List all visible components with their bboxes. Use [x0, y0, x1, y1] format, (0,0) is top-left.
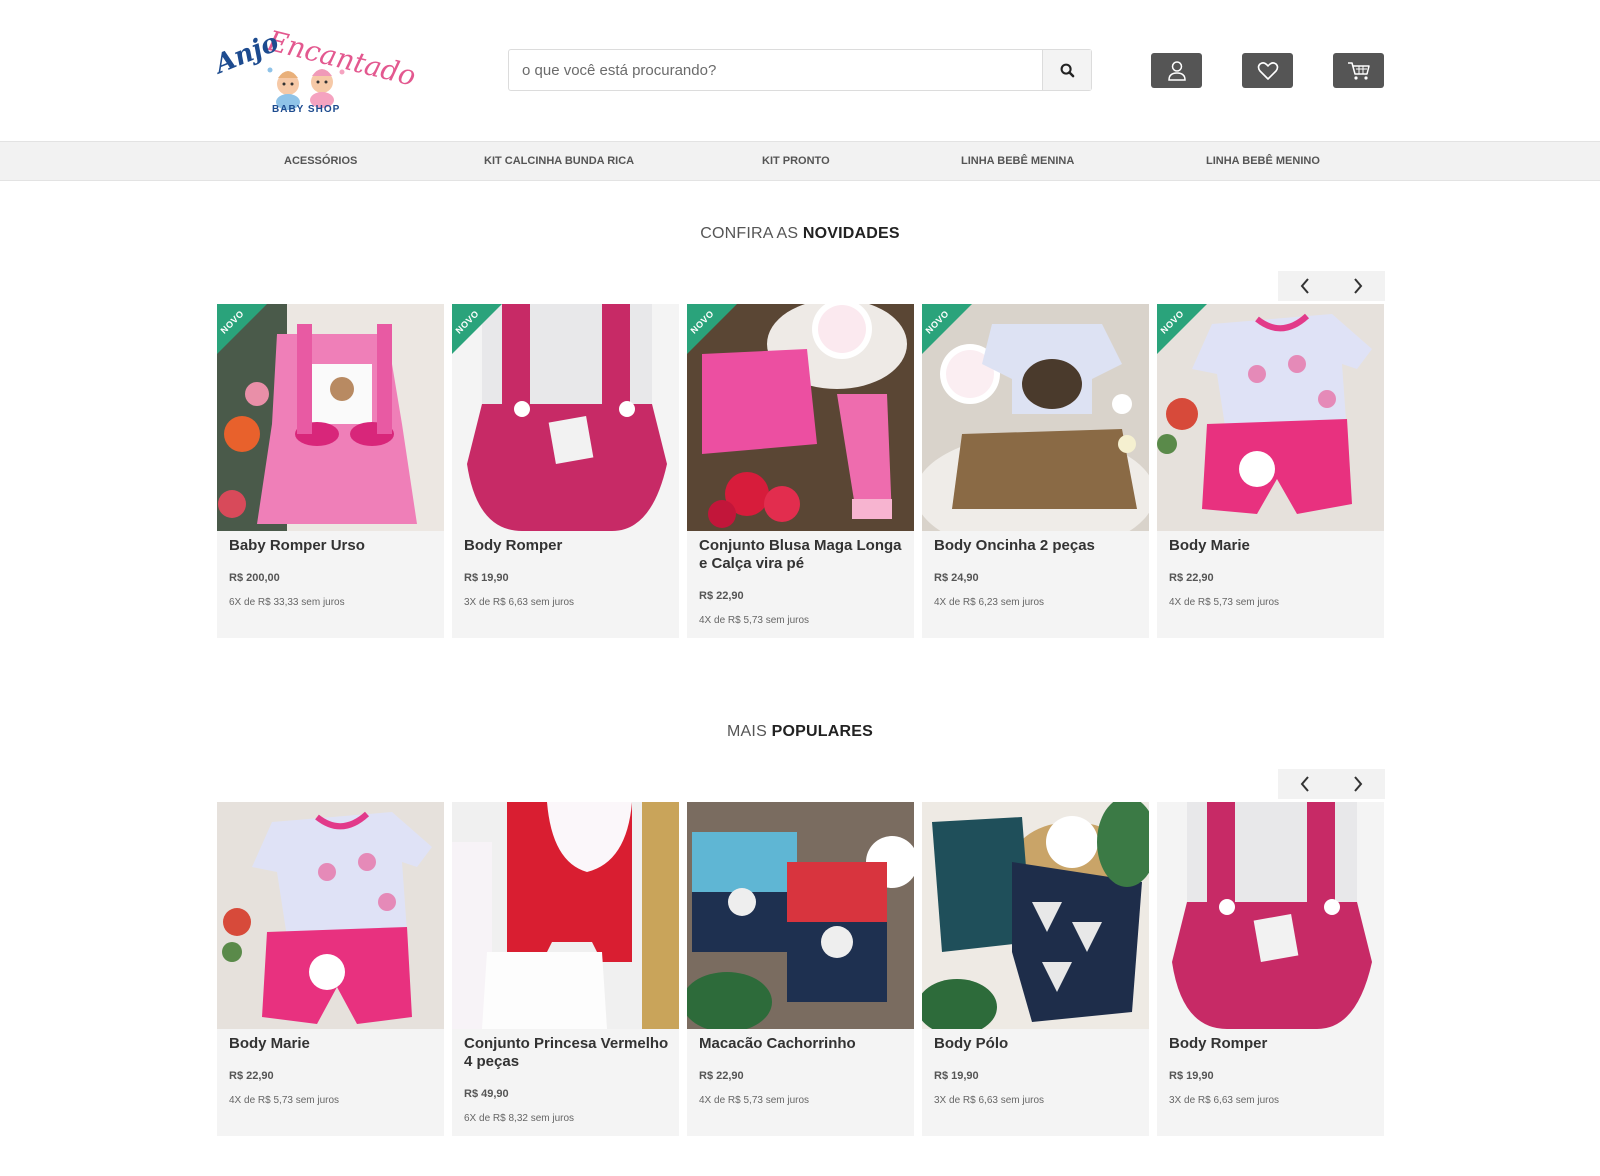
product-installments: 3X de R$ 6,63 sem juros: [1169, 1095, 1280, 1106]
search-input[interactable]: [509, 50, 1043, 90]
chevron-right-icon: [1353, 776, 1362, 792]
product-name[interactable]: Conjunto Princesa Vermelho 4 peças: [464, 1035, 669, 1071]
nav-item-kit-calcinha[interactable]: KIT CALCINHA BUNDA RICA: [484, 142, 634, 180]
product-installments: 4X de R$ 5,73 sem juros: [1169, 597, 1280, 608]
product-price: R$ 19,90: [1169, 1070, 1214, 1082]
new-badge: NOVO: [687, 304, 737, 354]
new-badge-label: NOVO: [1158, 308, 1186, 336]
product-name[interactable]: Baby Romper Urso: [229, 537, 434, 555]
product-name[interactable]: Body Romper: [464, 537, 669, 555]
new-badge: NOVO: [1157, 304, 1207, 354]
new-badge: NOVO: [922, 304, 972, 354]
product-card[interactable]: NOVO Conjunto Blusa Maga Longa e Calça v…: [687, 304, 914, 638]
product-price: R$ 22,90: [229, 1070, 274, 1082]
product-name[interactable]: Body Marie: [1169, 537, 1374, 555]
new-badge: NOVO: [452, 304, 502, 354]
search-icon: [1060, 63, 1074, 77]
site-header: Encantado Anjo BABY SHOP: [0, 0, 1600, 141]
chevron-left-icon: [1300, 278, 1309, 294]
nav-item-bebe-menina[interactable]: LINHA BEBÊ MENINA: [961, 142, 1074, 180]
product-price: R$ 19,90: [464, 572, 509, 584]
nav-item-kit-pronto[interactable]: KIT PRONTO: [762, 142, 830, 180]
search-box: [508, 49, 1092, 91]
wishlist-button[interactable]: [1242, 53, 1293, 88]
carousel-arrows-populares: [1278, 769, 1385, 799]
carousel-next-button[interactable]: [1331, 271, 1384, 301]
nav-item-bebe-menino[interactable]: LINHA BEBÊ MENINO: [1206, 142, 1320, 180]
product-price: R$ 49,90: [464, 1088, 509, 1100]
product-name[interactable]: Body Marie: [229, 1035, 434, 1053]
product-name[interactable]: Body Oncinha 2 peças: [934, 537, 1139, 555]
product-card[interactable]: Conjunto Princesa Vermelho 4 peças R$ 49…: [452, 802, 679, 1136]
cart-icon: [1347, 61, 1370, 80]
store-logo[interactable]: Encantado Anjo BABY SHOP: [211, 22, 419, 122]
nav-item-acessorios[interactable]: ACESSÓRIOS: [284, 142, 357, 180]
carousel-next-button[interactable]: [1331, 769, 1384, 799]
carousel-prev-button[interactable]: [1278, 769, 1331, 799]
carousel-prev-button[interactable]: [1278, 271, 1331, 301]
product-card[interactable]: Macacão Cachorrinho R$ 22,90 4X de R$ 5,…: [687, 802, 914, 1136]
cart-button[interactable]: [1333, 53, 1384, 88]
product-card[interactable]: Body Marie R$ 22,90 4X de R$ 5,73 sem ju…: [217, 802, 444, 1136]
new-badge-label: NOVO: [923, 308, 951, 336]
product-image: [217, 802, 444, 1029]
product-image: [687, 802, 914, 1029]
product-name[interactable]: Macacão Cachorrinho: [699, 1035, 904, 1053]
product-image: [452, 802, 679, 1029]
product-card[interactable]: Body Pólo R$ 19,90 3X de R$ 6,63 sem jur…: [922, 802, 1149, 1136]
product-price: R$ 24,90: [934, 572, 979, 584]
product-installments: 4X de R$ 5,73 sem juros: [229, 1095, 340, 1106]
product-installments: 4X de R$ 6,23 sem juros: [934, 597, 1045, 608]
new-badge-label: NOVO: [453, 308, 481, 336]
product-name[interactable]: Body Pólo: [934, 1035, 1139, 1053]
product-image: [1157, 802, 1384, 1029]
section-title-populares: MAIS POPULARES: [0, 723, 1600, 741]
product-price: R$ 19,90: [934, 1070, 979, 1082]
section-title-light: MAIS: [727, 723, 772, 740]
product-installments: 3X de R$ 6,63 sem juros: [934, 1095, 1045, 1106]
product-installments: 3X de R$ 6,63 sem juros: [464, 597, 575, 608]
product-installments: 4X de R$ 5,73 sem juros: [699, 615, 810, 626]
product-card[interactable]: NOVO Body Marie R$ 22,90 4X de R$ 5,73 s…: [1157, 304, 1384, 638]
product-price: R$ 22,90: [699, 1070, 744, 1082]
product-card[interactable]: NOVO Baby Romper Urso R$ 200,00 6X de R$…: [217, 304, 444, 638]
user-icon: [1167, 60, 1186, 81]
search-button[interactable]: [1042, 50, 1091, 90]
product-installments: 6X de R$ 33,33 sem juros: [229, 597, 345, 608]
product-installments: 4X de R$ 5,73 sem juros: [699, 1095, 810, 1106]
section-title-bold: POPULARES: [771, 723, 873, 740]
chevron-right-icon: [1353, 278, 1362, 294]
category-nav: ACESSÓRIOS KIT CALCINHA BUNDA RICA KIT P…: [0, 141, 1600, 181]
new-badge-label: NOVO: [688, 308, 716, 336]
product-card[interactable]: NOVO Body Romper R$ 19,90 3X de R$ 6,63 …: [452, 304, 679, 638]
product-image: [922, 802, 1149, 1029]
logo-subtitle: BABY SHOP: [272, 104, 341, 115]
product-card[interactable]: NOVO Body Oncinha 2 peças R$ 24,90 4X de…: [922, 304, 1149, 638]
section-title-light: CONFIRA AS: [700, 225, 803, 242]
account-button[interactable]: [1151, 53, 1202, 88]
product-price: R$ 200,00: [229, 572, 280, 584]
section-title-novidades: CONFIRA AS NOVIDADES: [0, 225, 1600, 243]
product-name[interactable]: Conjunto Blusa Maga Longa e Calça vira p…: [699, 537, 904, 573]
new-badge: NOVO: [217, 304, 267, 354]
section-title-bold: NOVIDADES: [802, 225, 900, 242]
product-card[interactable]: Body Romper R$ 19,90 3X de R$ 6,63 sem j…: [1157, 802, 1384, 1136]
new-badge-label: NOVO: [218, 308, 246, 336]
product-installments: 6X de R$ 8,32 sem juros: [464, 1113, 575, 1124]
carousel-arrows-novidades: [1278, 271, 1385, 301]
product-name[interactable]: Body Romper: [1169, 1035, 1374, 1053]
product-price: R$ 22,90: [1169, 572, 1214, 584]
product-price: R$ 22,90: [699, 590, 744, 602]
heart-icon: [1257, 61, 1278, 80]
chevron-left-icon: [1300, 776, 1309, 792]
